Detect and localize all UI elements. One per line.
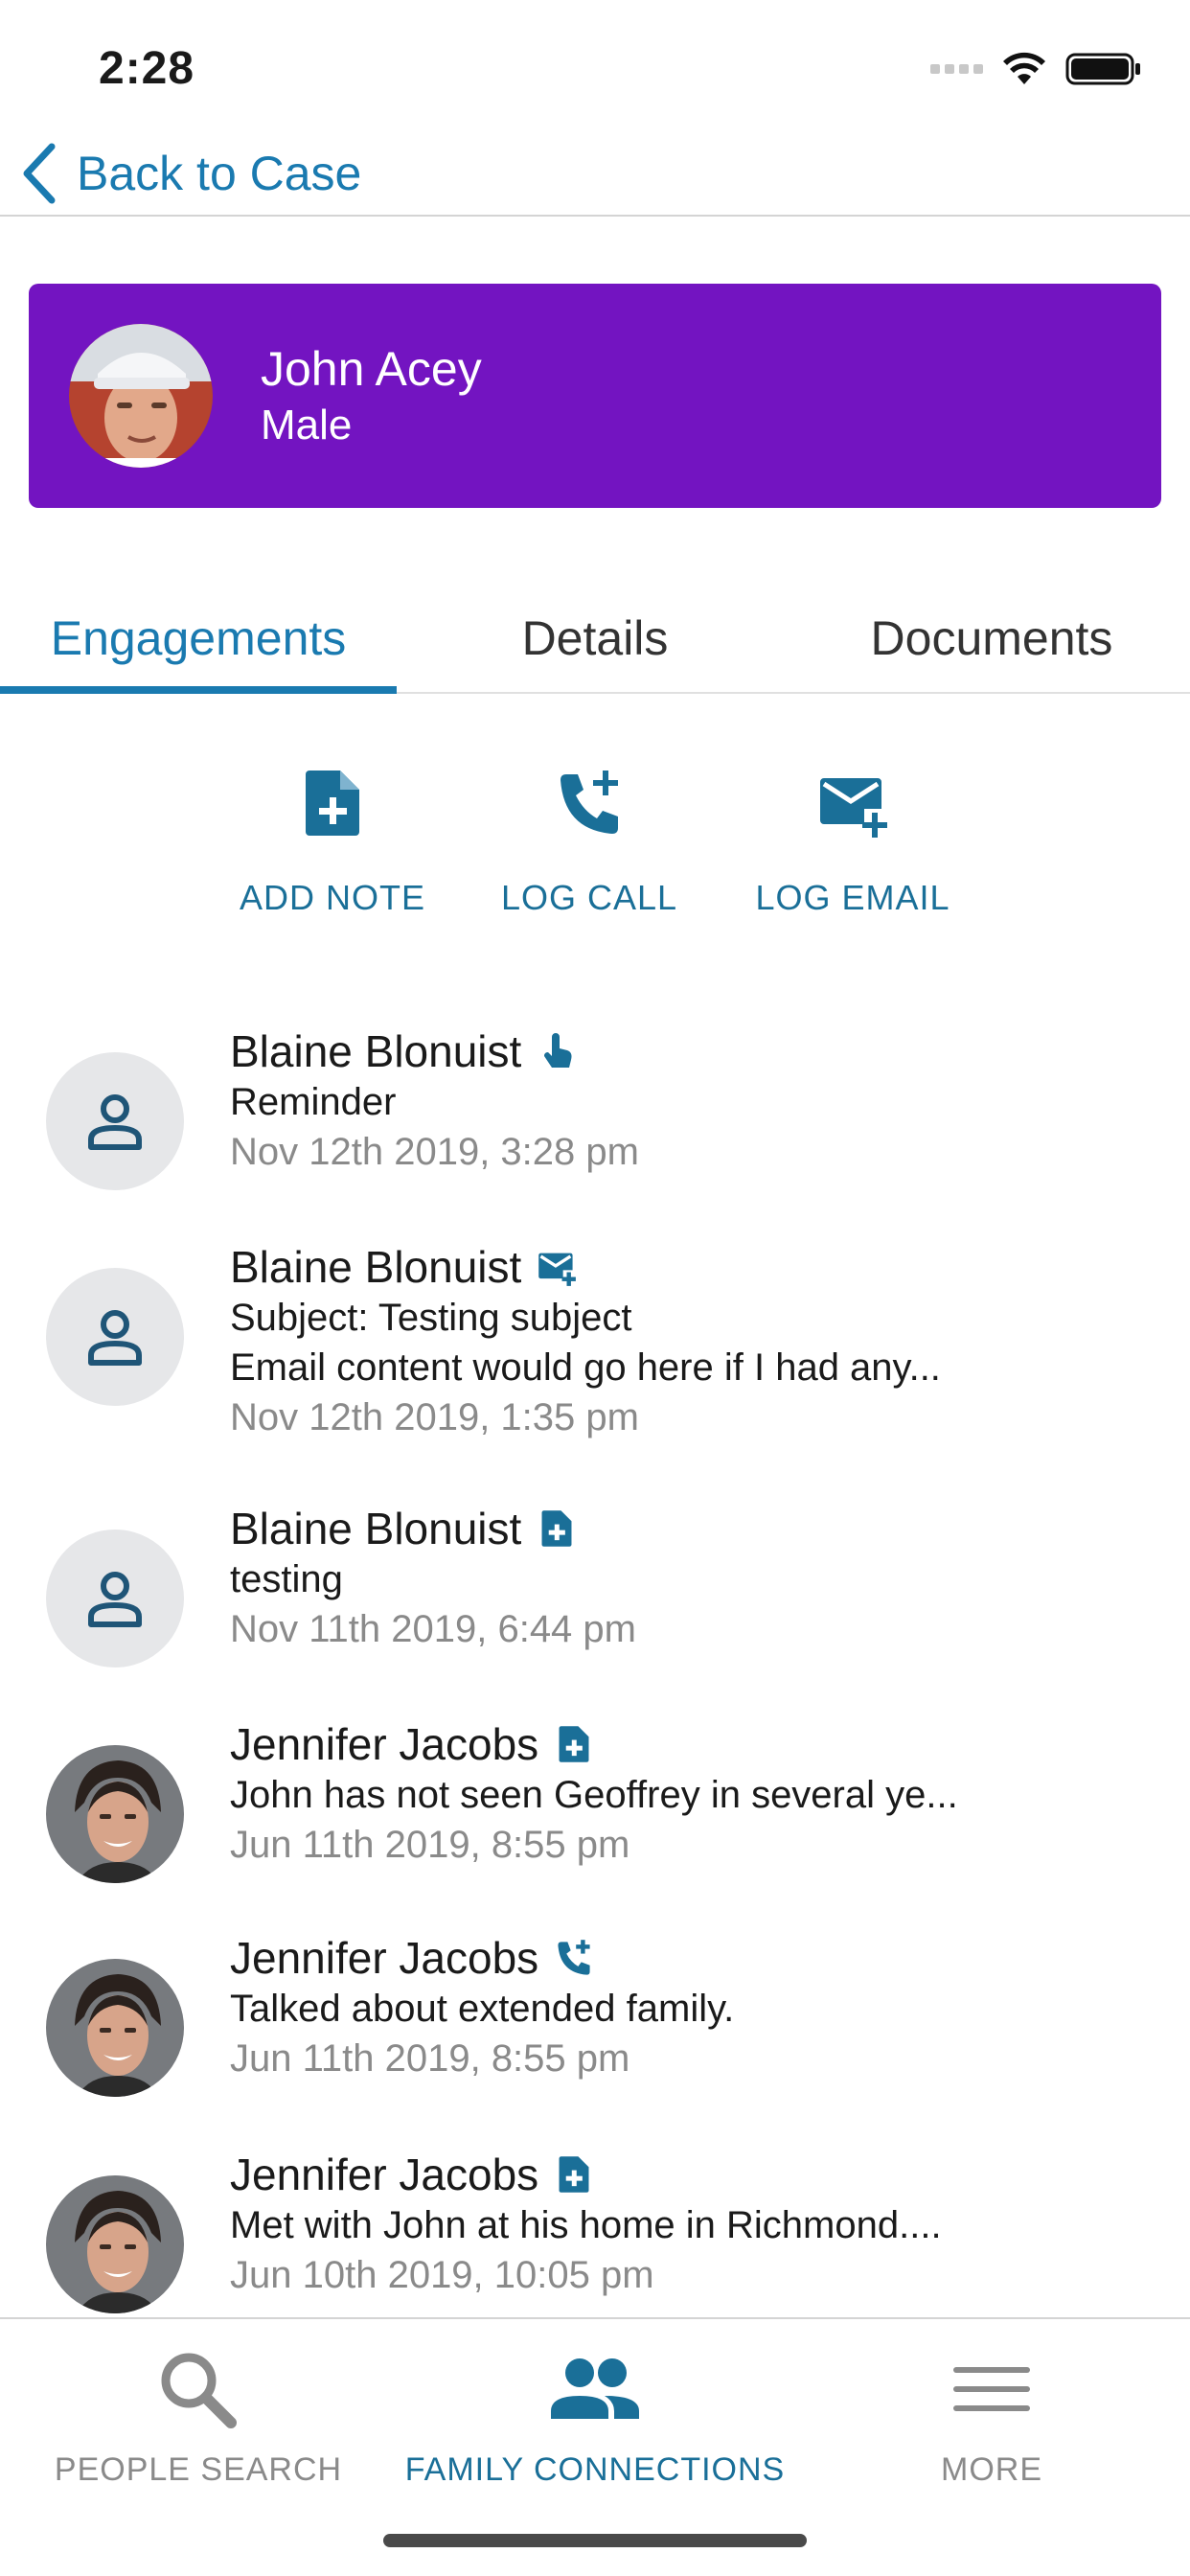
- tab-more-label: MORE: [941, 2451, 1042, 2488]
- engagement-summary: testing: [230, 1558, 343, 1600]
- back-to-case-button[interactable]: Back to Case: [19, 140, 361, 207]
- engagement-author: Jennifer Jacobs: [230, 1933, 539, 1983]
- engagement-row[interactable]: Blaine Blonuist Subject: Testing subject…: [0, 1241, 1190, 1490]
- engagement-date: Jun 11th 2019, 8:55 pm: [230, 1824, 630, 1866]
- person-photo-avatar: [46, 1959, 184, 2097]
- engagement-date: Nov 12th 2019, 3:28 pm: [230, 1131, 639, 1173]
- person-placeholder-avatar: [46, 1268, 184, 1406]
- note-add-icon: [306, 770, 359, 836]
- home-indicator[interactable]: [383, 2534, 807, 2547]
- tab-engagements[interactable]: Engagements: [0, 585, 397, 694]
- engagement-text: Jennifer Jacobs Met with John at his hom…: [230, 2149, 1150, 2300]
- wifi-icon: [1003, 52, 1045, 84]
- engagement-text: Jennifer Jacobs John has not seen Geoffr…: [230, 1718, 1150, 1870]
- person-photo-avatar: [46, 2175, 184, 2313]
- engagement-date: Jun 10th 2019, 10:05 pm: [230, 2254, 654, 2296]
- email-add-icon: [538, 1253, 577, 1286]
- log-call-label: LOG CALL: [500, 878, 678, 917]
- person-photo-avatar: [46, 1745, 184, 1883]
- engagement-actions: ADD NOTE LOG CALL LOG EMAIL: [0, 767, 1190, 930]
- engagement-row[interactable]: Blaine Blonuist testing Nov 11th 2019, 6…: [0, 1503, 1190, 1704]
- engagement-row[interactable]: Blaine Blonuist Reminder Nov 12th 2019, …: [0, 1025, 1190, 1227]
- engagement-date: Nov 11th 2019, 6:44 pm: [230, 1608, 636, 1650]
- back-to-case-label: Back to Case: [77, 147, 362, 200]
- engagement-author: Blaine Blonuist: [230, 1504, 522, 1553]
- profile-avatar: [69, 324, 213, 468]
- app-screen: 2:28 Back to Case John Acey Male Engagem…: [0, 0, 1190, 2576]
- status-time: 2:28: [99, 43, 195, 94]
- engagement-text: Blaine Blonuist Subject: Testing subject…: [230, 1241, 1150, 1442]
- profile-card: John Acey Male: [29, 284, 1161, 508]
- person-outline-icon: [88, 1310, 142, 1366]
- log-call-button[interactable]: LOG CALL: [465, 767, 714, 918]
- engagement-author: Jennifer Jacobs: [230, 1719, 539, 1769]
- note-add-icon: [559, 2156, 589, 2193]
- tab-details[interactable]: Details: [397, 585, 793, 692]
- status-bar: 2:28: [0, 0, 1190, 134]
- segment-tabs: Engagements Details Documents: [0, 585, 1190, 694]
- profile-info: John Acey Male: [261, 339, 482, 452]
- engagement-summary: Met with John at his home in Richmond...…: [230, 2204, 942, 2246]
- tab-documents[interactable]: Documents: [793, 585, 1190, 692]
- add-note-button[interactable]: ADD NOTE: [208, 767, 457, 918]
- engagement-summary: Reminder: [230, 1081, 397, 1123]
- engagement-text: Blaine Blonuist Reminder Nov 12th 2019, …: [230, 1025, 1150, 1177]
- person-placeholder-avatar: [46, 1052, 184, 1190]
- engagement-author: Blaine Blonuist: [230, 1242, 522, 1292]
- note-add-icon: [559, 1726, 589, 1762]
- engagement-summary: Email content would go here if I had any…: [230, 1346, 941, 1389]
- engagement-date: Nov 12th 2019, 1:35 pm: [230, 1396, 639, 1438]
- engagement-text: Blaine Blonuist testing Nov 11th 2019, 6…: [230, 1503, 1150, 1654]
- profile-gender: Male: [261, 402, 353, 448]
- engagement-author: Blaine Blonuist: [230, 1026, 522, 1076]
- hand-pointer-icon: [544, 1033, 572, 1068]
- tab-family-connections[interactable]: FAMILY CONNECTIONS: [397, 2319, 793, 2511]
- profile-name: John Acey: [261, 342, 482, 396]
- phone-add-icon: [561, 770, 618, 834]
- engagement-date: Jun 11th 2019, 8:55 pm: [230, 2037, 630, 2080]
- note-add-icon: [541, 1510, 572, 1547]
- engagement-row[interactable]: Jennifer Jacobs John has not seen Geoffr…: [0, 1718, 1190, 1920]
- phone-add-icon: [558, 1940, 590, 1975]
- navigation-bar: Back to Case: [0, 134, 1190, 217]
- tab-family-connections-label: FAMILY CONNECTIONS: [404, 2451, 786, 2488]
- tab-people-search-label: PEOPLE SEARCH: [54, 2451, 343, 2488]
- people-icon: [551, 2358, 639, 2419]
- tab-more[interactable]: MORE: [793, 2319, 1190, 2511]
- engagement-summary: John has not seen Geoffrey in several ye…: [230, 1774, 958, 1816]
- cellular-signal-icon: [930, 64, 983, 74]
- engagement-author: Jennifer Jacobs: [230, 2150, 539, 2199]
- menu-icon: [953, 2367, 1030, 2411]
- engagement-text: Jennifer Jacobs Talked about extended fa…: [230, 1932, 1150, 2083]
- battery-icon: [1065, 53, 1140, 85]
- search-icon: [161, 2353, 237, 2428]
- log-email-button[interactable]: LOG EMAIL: [728, 767, 977, 918]
- email-add-icon: [820, 778, 887, 838]
- add-note-label: ADD NOTE: [239, 878, 425, 917]
- status-icons: [930, 50, 1142, 88]
- person-placeholder-avatar: [46, 1530, 184, 1668]
- log-email-label: LOG EMAIL: [755, 878, 950, 917]
- engagement-subject: Subject: Testing subject: [230, 1297, 632, 1339]
- person-outline-icon: [88, 1572, 142, 1627]
- chevron-left-icon: [23, 143, 56, 204]
- engagement-summary: Talked about extended family.: [230, 1988, 735, 2030]
- tab-people-search[interactable]: PEOPLE SEARCH: [0, 2319, 397, 2511]
- engagement-row[interactable]: Jennifer Jacobs Talked about extended fa…: [0, 1932, 1190, 2133]
- person-outline-icon: [88, 1094, 142, 1150]
